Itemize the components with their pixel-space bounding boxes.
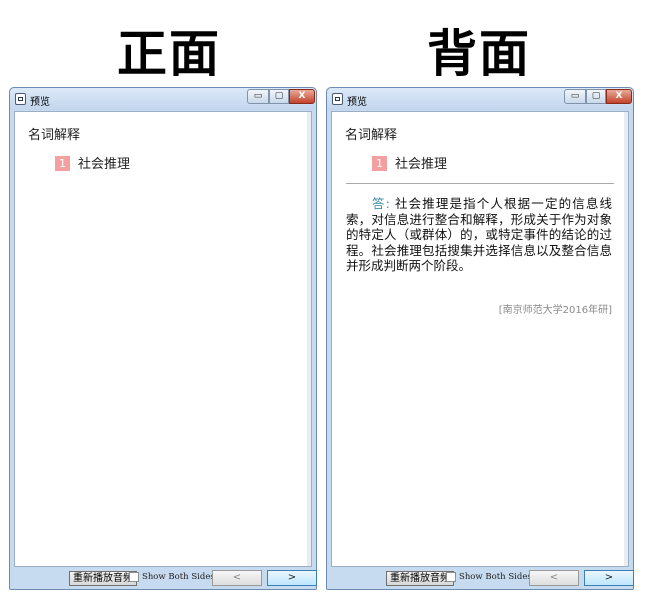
front-label: 正面 [117,24,221,83]
close-button[interactable]: X [606,89,632,104]
next-button[interactable]: > [267,570,317,586]
term-text: 社会推理 [395,157,448,172]
show-both-sides-checkbox[interactable] [446,572,456,582]
window-title: 预览 [347,97,367,108]
window-title: 预览 [30,97,50,108]
card-divider [346,183,614,184]
previous-button[interactable]: < [212,570,262,586]
card-content-area: 名词解释 1 社会推理 [14,111,312,567]
replay-audio-button[interactable]: 重新播放音频 [386,571,454,586]
preview-window-back: 预览 ▭ ▢ X 名词解释 1 社会推理 答: 社会推理是指个人根据一定的信息线索… [326,87,634,590]
term-row: 1 社会推理 [55,153,130,172]
previous-button[interactable]: < [529,570,579,586]
term-text: 社会推理 [78,157,131,172]
show-both-sides-label: Show Both Sides [459,572,532,582]
next-button[interactable]: > [584,570,634,586]
footer-bar: 重新播放音频 Show Both Sides < > [14,567,317,589]
card-content-area: 名词解释 1 社会推理 答: 社会推理是指个人根据一定的信息线索，对信息进行整合和… [331,111,629,567]
app-icon [15,93,26,105]
item-number-badge: 1 [372,156,387,171]
app-icon [332,93,343,105]
title-bar[interactable]: 预览 ▭ ▢ X [10,88,316,110]
preview-window-front: 预览 ▭ ▢ X 名词解释 1 社会推理 重新播放音频 Show Both Sid… [9,87,317,590]
close-button[interactable]: X [289,89,315,104]
minimize-button[interactable]: ▭ [247,89,269,104]
minimize-button[interactable]: ▭ [564,89,586,104]
item-number-badge: 1 [55,156,70,171]
scrollbar[interactable] [307,112,311,566]
card-heading: 名词解释 [345,128,398,143]
show-both-sides-label: Show Both Sides [142,572,215,582]
footer-bar: 重新播放音频 Show Both Sides < > [331,567,634,589]
maximize-button[interactable]: ▢ [269,89,289,104]
back-label: 背面 [427,24,531,83]
answer-label: 答: [372,196,390,211]
term-row: 1 社会推理 [372,153,447,172]
maximize-button[interactable]: ▢ [586,89,606,104]
title-bar[interactable]: 预览 ▭ ▢ X [327,88,633,110]
card-heading: 名词解释 [28,128,81,143]
show-both-sides-checkbox[interactable] [129,572,139,582]
source-citation: [南京师范大学2016年研] [498,305,612,316]
scrollbar[interactable] [624,112,628,566]
answer-block: 答: 社会推理是指个人根据一定的信息线索，对信息进行整合和解释，形成关于作为对象… [346,196,612,274]
replay-audio-button[interactable]: 重新播放音频 [69,571,137,586]
